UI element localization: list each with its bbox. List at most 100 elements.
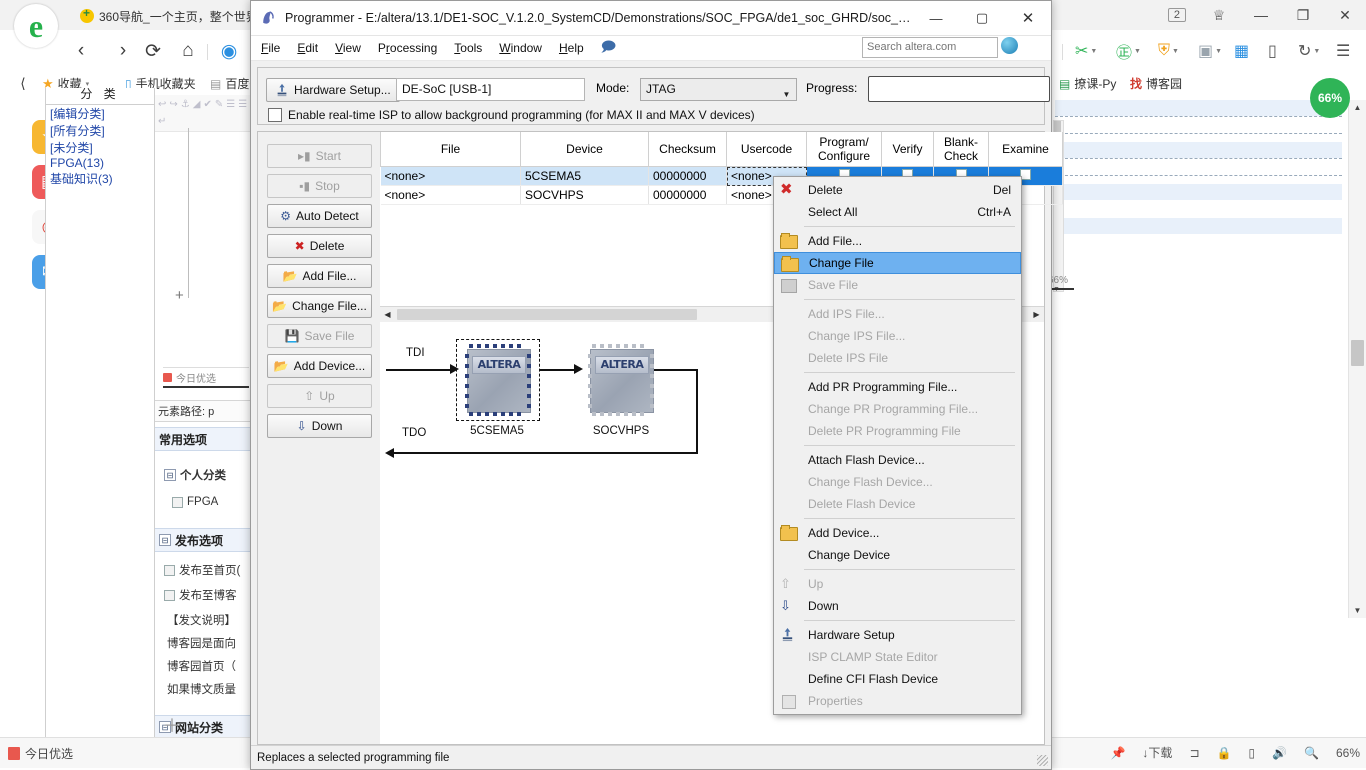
cell-file[interactable]: <none> [380, 185, 521, 205]
column-blank-check[interactable]: Blank- Check [933, 132, 989, 167]
scroll-left-icon[interactable]: ◀ [380, 307, 395, 321]
mode-select[interactable]: JTAG ▼ [640, 78, 797, 101]
cell-file[interactable]: <none> [380, 166, 521, 186]
menu-item-down[interactable]: ⇩ Down [774, 595, 1021, 617]
reload-icon[interactable]: ⟳ [140, 38, 166, 64]
brush-icon[interactable]: ✔ [203, 99, 211, 110]
publish-home-checkbox[interactable]: 发布至首页( [155, 562, 259, 578]
cell-checksum[interactable]: 00000000 [648, 185, 727, 205]
personal-category-group[interactable]: ⊟ 个人分类 [155, 467, 259, 483]
screenshot-icon[interactable]: ✂ ▼ [1075, 38, 1097, 64]
menu-view[interactable]: View [335, 41, 361, 55]
bookmarks-prev-icon[interactable]: ⟨ [10, 70, 36, 96]
editor-add-block-icon[interactable]: ＋ [163, 712, 181, 738]
menu-item-attach-flash-device[interactable]: Attach Flash Device... [774, 449, 1021, 471]
status-today-item[interactable]: 今日优选 [8, 745, 73, 762]
realtime-isp-checkbox[interactable]: Enable real-time ISP to allow background… [268, 108, 755, 122]
checkbox-icon[interactable] [268, 108, 282, 122]
column-verify[interactable]: Verify [881, 132, 934, 167]
hardware-cable-field[interactable]: DE-SoC [USB-1] [396, 78, 585, 101]
column-program-configure[interactable]: Program/ Configure [806, 132, 882, 167]
page-scrollbar[interactable]: ▲ ▼ [1348, 100, 1366, 618]
change-file-button[interactable]: 📂 Change File... [267, 294, 372, 318]
add-file-button[interactable]: 📂 Add File... [267, 264, 372, 288]
expand-icon[interactable]: ⊟ [164, 469, 176, 481]
scrollbar-thumb[interactable] [1351, 340, 1364, 366]
browser-tab[interactable]: 360导航_一个主页，整个世界 [72, 2, 260, 30]
globe-icon[interactable] [1001, 37, 1018, 54]
menu-processing[interactable]: Processing [378, 41, 437, 55]
column-usercode[interactable]: Usercode [726, 132, 807, 167]
resize-grip[interactable] [1037, 755, 1048, 766]
menu-item-save-file[interactable]: Save File [774, 274, 1021, 296]
menu-item-define-cfi-flash-device[interactable]: Define CFI Flash Device [774, 668, 1021, 690]
auto-detect-button[interactable]: ⚙ Auto Detect [267, 204, 372, 228]
expand-icon[interactable]: ⊟ [159, 534, 171, 546]
favorites-link[interactable]: FPGA(13) [46, 155, 108, 171]
programmer-close-button[interactable]: ✕ [1005, 1, 1051, 35]
scroll-right-icon[interactable]: ▶ [1029, 307, 1044, 321]
menu-item-add-device[interactable]: Add Device... [774, 522, 1021, 544]
cell-device[interactable]: SOCVHPS [520, 185, 649, 205]
history-icon[interactable]: ↻ ▼ [1298, 38, 1320, 64]
programmer-maximize-button[interactable]: ▢ [959, 1, 1005, 35]
eraser-icon[interactable]: ◢ [193, 99, 201, 110]
checkbox-icon[interactable] [164, 589, 175, 601]
menu-icon[interactable]: ☰ [1336, 38, 1350, 64]
favorites-link[interactable]: [未分类] [46, 140, 97, 156]
save-file-button[interactable]: 💾 Save File [267, 324, 372, 348]
menu-item-delete[interactable]: ✖ Delete Del [774, 179, 1021, 201]
browser-skin-icon[interactable]: ♕ [1198, 0, 1240, 30]
favorites-link[interactable]: [所有分类] [46, 123, 109, 139]
column-device[interactable]: Device [520, 132, 649, 167]
menu-item-hardware-setup[interactable]: Hardware Setup [774, 624, 1021, 646]
phone-sync-icon[interactable]: ▯ [1268, 38, 1277, 64]
menu-file[interactable]: File [261, 41, 280, 55]
column-checksum[interactable]: Checksum [648, 132, 727, 167]
cell-device[interactable]: 5CSEMA5 [520, 166, 649, 186]
menu-edit[interactable]: Edit [297, 41, 318, 55]
game-icon[interactable]: ▣ ▼ [1198, 38, 1222, 64]
apps-icon[interactable]: ▦ [1234, 38, 1249, 64]
window-count-badge[interactable]: 2 [1167, 8, 1186, 22]
list-icon[interactable]: ☰ [226, 99, 235, 110]
undo-icon[interactable]: ↩ [158, 99, 166, 110]
stop-button[interactable]: ▪▮ Stop [267, 174, 372, 198]
editor-today-strip[interactable]: 今日优选 [163, 367, 249, 388]
menu-item-change-device[interactable]: Change Device [774, 544, 1021, 566]
pin-icon[interactable]: 📌 [1110, 746, 1125, 760]
pen-icon[interactable]: ✎ [215, 99, 223, 110]
add-device-button[interactable]: 📂 Add Device... [267, 354, 372, 378]
redo-icon[interactable]: ↪ [169, 99, 177, 110]
checkbox-icon[interactable] [164, 564, 175, 576]
menu-item-change-file[interactable]: Change File [774, 252, 1021, 274]
column-examine[interactable]: Examine [988, 132, 1063, 167]
menu-item-add-file[interactable]: Add File... [774, 230, 1021, 252]
start-button[interactable]: ▸▮ Start [267, 144, 372, 168]
browser-maximize-button[interactable]: ❐ [1282, 0, 1324, 30]
browser-close-button[interactable]: ✕ [1324, 0, 1366, 30]
comment-icon[interactable]: 🗩 [601, 36, 617, 60]
translate-icon[interactable]: ㊣ ▼ [1116, 38, 1141, 64]
menu-item-add-pr-programming-file[interactable]: Add PR Programming File... [774, 376, 1021, 398]
favorites-link[interactable]: 基础知识(3) [46, 171, 117, 187]
menu-window[interactable]: Window [499, 41, 542, 55]
favorites-link[interactable]: [编辑分类] [46, 106, 109, 122]
browser-minimize-button[interactable]: — [1240, 0, 1282, 30]
mobile-view-icon[interactable]: ▯ [1248, 746, 1255, 760]
altera-search-input[interactable]: Search altera.com [862, 37, 998, 58]
sound-icon[interactable]: 🔊 [1272, 746, 1287, 760]
scroll-down-icon[interactable]: ▼ [1349, 603, 1366, 618]
shield-icon[interactable]: ⛨ ▼ [1158, 38, 1179, 64]
zoom-level-label[interactable]: 66% [1336, 746, 1360, 760]
editor-toolbar[interactable]: ↩ ↪ ⚓ ◢ ✔ ✎ ☰ ☰ ↵ [155, 95, 256, 132]
checkbox-icon[interactable] [172, 496, 183, 508]
menu-item-select-all[interactable]: Select All Ctrl+A [774, 201, 1021, 223]
scrollbar-thumb[interactable] [397, 309, 697, 320]
download-item[interactable]: ↓下载 [1142, 744, 1172, 761]
delete-button[interactable]: ✖ Delete [267, 234, 372, 258]
bookmark-liaoke[interactable]: ▤ 撩课-Py [1059, 75, 1116, 92]
list2-icon[interactable]: ☰ [238, 99, 247, 110]
scroll-up-icon[interactable]: ▲ [1349, 100, 1366, 115]
up-button[interactable]: ⇧ Up [267, 384, 372, 408]
